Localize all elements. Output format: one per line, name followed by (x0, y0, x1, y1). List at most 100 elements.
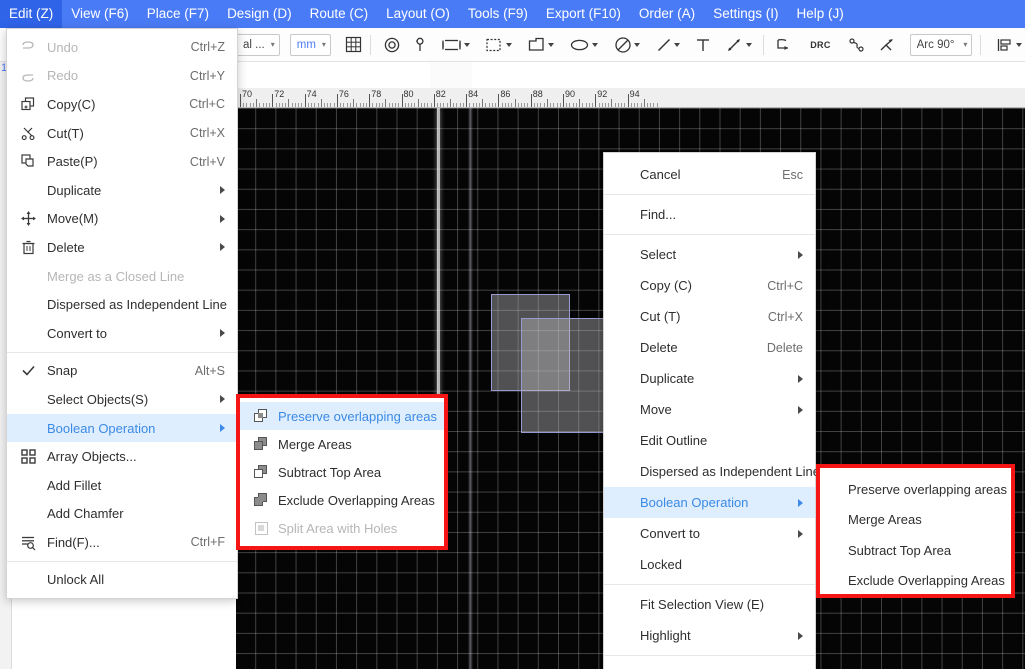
edit-menu-item-add-fillet[interactable]: Add Fillet (7, 471, 237, 500)
ruler-major-tick (595, 94, 597, 107)
edit-menu-item-dispersed-as-independent-line[interactable]: Dispersed as Independent Line (7, 290, 237, 319)
edit-menu-item-convert-to[interactable]: Convert to (7, 319, 237, 348)
dimension-icon[interactable] (723, 33, 755, 57)
context-menu-item-highlight[interactable]: Highlight (604, 620, 815, 651)
boolean-operation-submenu-left[interactable]: Preserve overlapping areas Merge Areas Sub… (236, 394, 448, 550)
polygon-icon[interactable] (525, 33, 557, 57)
route-icon[interactable] (878, 33, 896, 57)
context-menu-item-cancel[interactable]: Cancel Esc (604, 159, 815, 190)
boolean-operation-submenu-right[interactable]: Preserve overlapping areas Merge Areas Sub… (816, 464, 1015, 598)
menubar-item-view-f6[interactable]: View (F6) (62, 0, 138, 28)
prohibit-icon[interactable] (611, 33, 643, 57)
context-menu-item-shortcut: Ctrl+C (767, 278, 803, 293)
context-menu-item-dispersed-as-independent-line[interactable]: Dispersed as Independent Line (604, 456, 820, 487)
line-icon[interactable] (653, 33, 683, 57)
edit-menu-item-shortcut: Ctrl+C (189, 97, 225, 112)
context-menu-item-fit-selection-view-e[interactable]: Fit Selection View (E) (604, 589, 815, 620)
ruler-minor-tick (375, 103, 377, 107)
ruler-minor-tick (550, 103, 552, 107)
context-menu-item-add[interactable]: Add... (604, 660, 815, 669)
menubar-item-tools-f9[interactable]: Tools (F9) (459, 0, 537, 28)
context-menu-item-edit-outline[interactable]: Edit Outline (604, 425, 815, 456)
menubar-item-design-d[interactable]: Design (D) (218, 0, 301, 28)
menubar-item-settings-i[interactable]: Settings (I) (704, 0, 787, 28)
unit-combo-value: mm (296, 38, 316, 51)
menubar-item-export-f10[interactable]: Export (F10) (537, 0, 630, 28)
pad-icon[interactable] (411, 33, 429, 57)
grid-icon[interactable] (345, 33, 362, 57)
boolean-left-item-subtract-top-area[interactable]: Subtract Top Area (240, 458, 444, 486)
context-menu-item-move[interactable]: Move (604, 394, 815, 425)
ruler-minor-tick (349, 103, 351, 107)
via-icon[interactable] (383, 33, 401, 57)
context-menu-item-locked[interactable]: Locked (604, 549, 815, 580)
edit-menu-item-unlock-all[interactable]: Unlock All (7, 566, 237, 595)
edit-menu-item-merge-as-a-closed-line: Merge as a Closed Line (7, 262, 237, 291)
chevron-right-icon (798, 374, 803, 383)
edit-menu-item-cut-t[interactable]: Cut(T) Ctrl+X (7, 119, 237, 148)
ruler-minor-tick (427, 103, 429, 107)
text-icon[interactable] (695, 33, 711, 57)
ruler-minor-tick (475, 103, 477, 107)
menubar-item-route-c[interactable]: Route (C) (301, 0, 378, 28)
context-menu-item-boolean-operation[interactable]: Boolean Operation (604, 487, 815, 518)
edit-menu-item-find-f[interactable]: Find(F)... Ctrl+F (7, 528, 237, 557)
ruler-minor-tick (320, 99, 322, 107)
context-menu-item-duplicate[interactable]: Duplicate (604, 363, 815, 394)
context-menu-item-find[interactable]: Find... (604, 199, 815, 230)
ellipse-icon[interactable] (567, 33, 601, 57)
edit-menu-item-array-objects[interactable]: Array Objects... (7, 442, 237, 471)
edit-menu-item-copy-c[interactable]: Copy(C) Ctrl+C (7, 90, 237, 119)
drop-icon[interactable] (775, 33, 793, 57)
drc-icon[interactable]: DRC (807, 33, 833, 57)
ruler-minor-tick (259, 103, 261, 107)
ruler-minor-tick (346, 103, 348, 107)
menubar-item-place-f7[interactable]: Place (F7) (138, 0, 218, 28)
edit-menu-item-add-chamfer[interactable]: Add Chamfer (7, 500, 237, 529)
ruler-minor-tick (537, 103, 539, 107)
net-icon[interactable] (848, 33, 866, 57)
edit-menu-item-paste-p[interactable]: Paste(P) Ctrl+V (7, 147, 237, 176)
canvas-context-menu[interactable]: Cancel Esc Find... Select Copy (C) Ctrl+C Cut … (603, 152, 820, 669)
menubar-item-edit-z[interactable]: Edit (Z) (0, 0, 63, 28)
context-menu-item-select[interactable]: Select (604, 239, 815, 270)
context-menu-item-copy-c[interactable]: Copy (C) Ctrl+C (604, 270, 815, 301)
ruler-minor-tick (275, 103, 277, 107)
menubar-item-layout-o[interactable]: Layout (O) (377, 0, 459, 28)
edit-menu-item-select-objects-s[interactable]: Select Objects(S) (7, 385, 237, 414)
edit-menu-item-delete[interactable]: Delete (7, 233, 237, 262)
unit-combo[interactable]: mm ▾ (289, 33, 331, 56)
boolean-right-item-subtract-top-area[interactable]: Subtract Top Area (820, 535, 1011, 566)
edit-menu[interactable]: Undo Ctrl+Z Redo Ctrl+Y Copy(C) Ctrl+C Cut(T) C… (6, 28, 238, 600)
dashed-region-icon[interactable] (483, 33, 515, 57)
boolean-right-item-exclude-overlapping-areas[interactable]: Exclude Overlapping Areas (820, 566, 1011, 597)
layer-combo[interactable]: al ... ▾ (236, 33, 280, 56)
split-holes-icon (252, 519, 270, 537)
edit-menu-item-move-m[interactable]: Move(M) (7, 205, 237, 234)
context-menu-item-cut-t[interactable]: Cut (T) Ctrl+X (604, 301, 815, 332)
menubar-item-help-j[interactable]: Help (J) (787, 0, 852, 28)
context-menu-item-delete[interactable]: Delete Delete (604, 332, 815, 363)
ruler-minor-tick (630, 103, 632, 107)
boolean-left-item-exclude-overlapping-areas[interactable]: Exclude Overlapping Areas (240, 486, 444, 514)
boolean-left-item-preserve-overlapping-areas[interactable]: Preserve overlapping areas (240, 402, 444, 430)
context-menu-item-convert-to[interactable]: Convert to (604, 518, 815, 549)
chevron-down-icon (745, 42, 752, 47)
boolean-left-item-merge-areas[interactable]: Merge Areas (240, 430, 444, 458)
context-menu-item-label: Move (640, 402, 672, 417)
arc-combo[interactable]: Arc 90° ▾ (909, 33, 973, 56)
edit-menu-item-label: Add Chamfer (47, 506, 124, 522)
menubar-item-order-a[interactable]: Order (A) (630, 0, 704, 28)
rectangle-icon[interactable] (439, 33, 473, 57)
menu-separator (7, 351, 237, 353)
preserve-overlap-icon (253, 408, 269, 424)
chevron-down-icon (505, 42, 512, 47)
boolean-right-item-merge-areas[interactable]: Merge Areas (820, 505, 1011, 536)
align-icon[interactable] (993, 33, 1025, 57)
boolean-right-item-preserve-overlapping-areas[interactable]: Preserve overlapping areas (820, 474, 1011, 505)
edit-menu-item-boolean-operation[interactable]: Boolean Operation (7, 413, 237, 443)
ruler-minor-tick (449, 99, 451, 107)
horizontal-ruler[interactable]: 70 72 74 76 78 80 82 84 86 88 90 92 94 (236, 88, 1025, 108)
edit-menu-item-snap[interactable]: Snap Alt+S (7, 357, 237, 386)
edit-menu-item-duplicate[interactable]: Duplicate (7, 176, 237, 205)
